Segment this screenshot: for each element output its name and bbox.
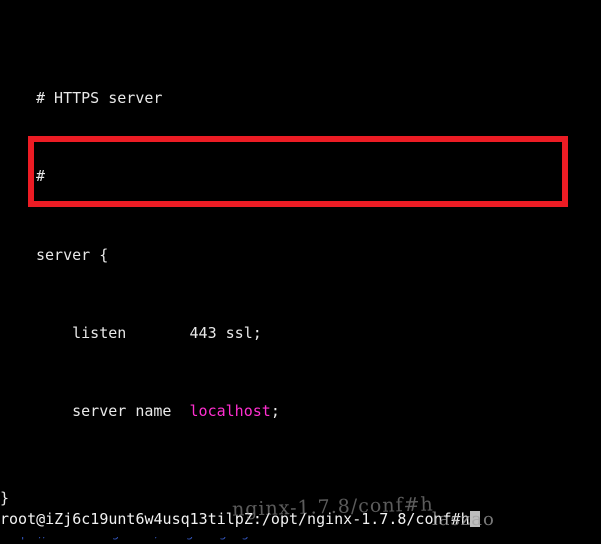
code-line: # bbox=[36, 167, 46, 186]
terminal-screen: # HTTPS server # server { listen 443 ssl… bbox=[0, 0, 601, 544]
code-token-value: localhost bbox=[189, 402, 271, 421]
code-line: listen 443 ssl; bbox=[36, 323, 262, 342]
code-token: server name bbox=[36, 402, 190, 421]
clipped-bottom-text-fragment: https://www.cnblogs.com/ · nginx google … bbox=[4, 537, 368, 540]
code-line-final-brace: } bbox=[0, 489, 10, 507]
code-line: server { bbox=[36, 245, 109, 264]
shell-prompt-line[interactable]: root@iZj6c19unt6w4usq13tilpZ:/opt/nginx-… bbox=[0, 509, 601, 531]
clipped-bottom-text: https://www.cnblogs.com/ · nginx google … bbox=[0, 537, 601, 544]
typed-input-text: h bbox=[460, 510, 470, 528]
terminal-cursor bbox=[469, 511, 480, 527]
code-listing: # HTTPS server # server { listen 443 ssl… bbox=[0, 30, 601, 544]
code-line: # HTTPS server bbox=[36, 88, 163, 107]
code-line-server-name: server name localhost; bbox=[0, 402, 601, 422]
code-token: ; bbox=[270, 402, 280, 421]
shell-prompt-text: root@iZj6c19unt6w4usq13tilpZ:/opt/nginx-… bbox=[0, 510, 461, 528]
